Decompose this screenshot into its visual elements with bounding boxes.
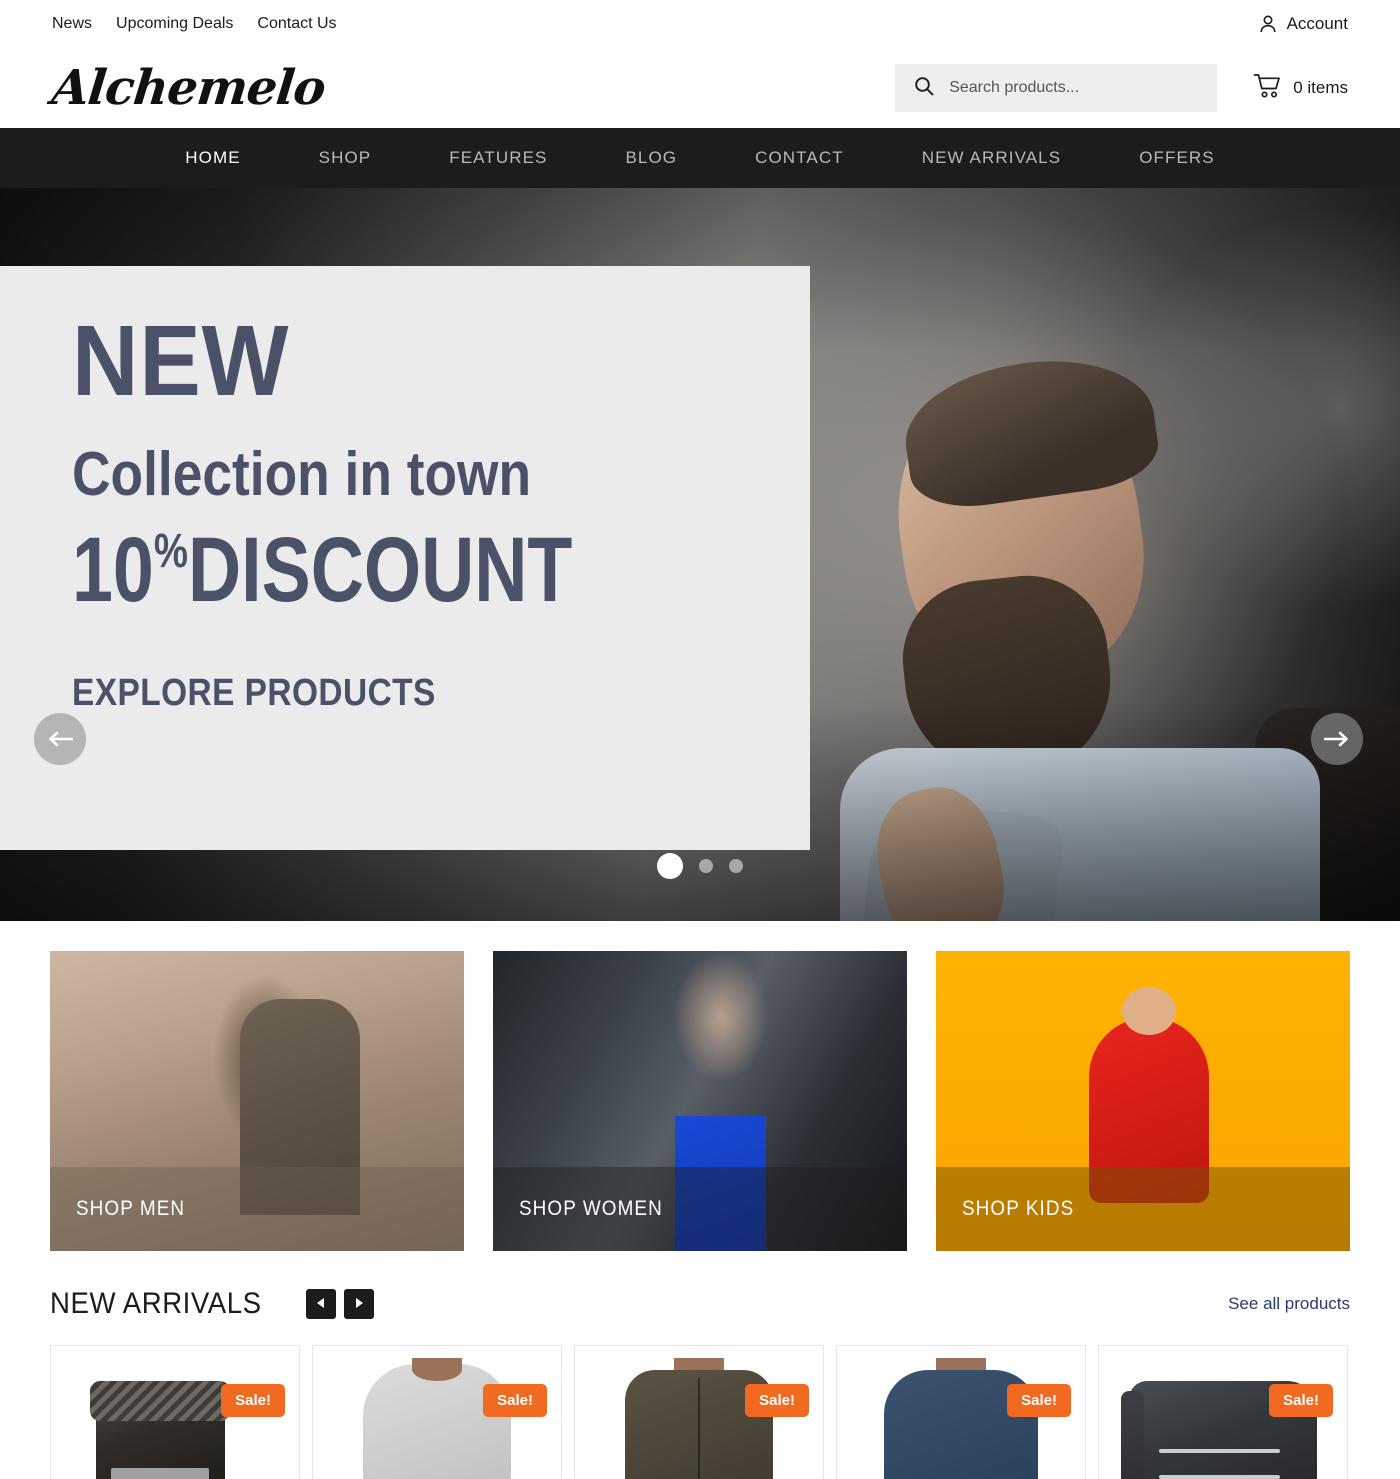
category-card-women[interactable]: SHOP WOMEN [493,951,907,1251]
sale-badge: Sale! [1007,1384,1071,1417]
hero-dot-1[interactable] [657,853,683,879]
new-arrivals-header: NEW ARRIVALS See all products [0,1251,1400,1321]
hero-next-button[interactable] [1311,713,1363,765]
nav-item-blog[interactable]: BLOG [586,148,716,168]
main-navigation: HOME SHOP FEATURES BLOG CONTACT NEW ARRI… [0,128,1400,188]
explore-products-button[interactable]: EXPLORE PRODUCTS [72,672,436,715]
product-image-navy-tshirt [837,1358,1085,1479]
shopping-cart-icon [1253,73,1283,104]
product-card-grey-long-sleeve[interactable]: Sale! [312,1345,562,1479]
category-label-kids: SHOP KIDS [962,1197,1075,1220]
hero-subheadline: Collection in town [72,440,532,509]
nav-item-contact[interactable]: CONTACT [716,148,883,168]
utility-link-news[interactable]: News [52,15,92,33]
product-image-olive-shirt [575,1358,823,1479]
search-input[interactable] [949,79,1200,97]
hero-discount-number: 10 [72,519,154,621]
triangle-left-icon [316,1297,326,1312]
hero-prev-button[interactable] [34,713,86,765]
product-card-navy-tshirt[interactable]: Sale! [836,1345,1086,1479]
cart-button[interactable]: 0 items [1253,73,1348,104]
product-card-shoulder-bag[interactable]: Sale! [1098,1345,1348,1479]
header-tools: 0 items [895,64,1348,112]
new-arrivals-title: NEW ARRIVALS [50,1287,262,1320]
hero-discount-word: DISCOUNT [188,519,573,621]
nav-item-new-arrivals[interactable]: NEW ARRIVALS [883,148,1100,168]
see-all-products-link[interactable]: See all products [1228,1294,1350,1314]
hero-text-panel: NEW Collection in town 10%DISCOUNT EXPLO… [0,266,810,850]
sale-badge: Sale! [221,1384,285,1417]
nav-item-shop[interactable]: SHOP [280,148,411,168]
product-card-boot[interactable]: Sale! [50,1345,300,1479]
utility-links: News Upcoming Deals Contact Us [52,15,337,33]
arrow-right-icon [1324,731,1350,747]
nav-item-home[interactable]: HOME [146,148,279,168]
product-list: Sale! Sale! Sale! Sale! Sale! [0,1321,1400,1479]
category-label-men: SHOP MEN [76,1197,186,1220]
hero-discount-symbol: % [153,525,189,578]
hero-dot-3[interactable] [729,859,743,873]
category-card-men[interactable]: SHOP MEN [50,951,464,1251]
site-header: Alchemelo 0 items [0,48,1400,128]
site-logo[interactable]: Alchemelo [49,60,328,116]
hero-pagination-dots [0,853,1400,879]
account-button[interactable]: Account [1257,13,1348,35]
triangle-right-icon [354,1297,364,1312]
category-card-kids[interactable]: SHOP KIDS [936,951,1350,1251]
search-box[interactable] [895,64,1218,112]
arrivals-next-button[interactable] [344,1289,375,1319]
category-cards: SHOP MEN SHOP WOMEN SHOP KIDS [0,921,1400,1251]
nav-item-features[interactable]: FEATURES [410,148,586,168]
hero-carousel: NEW Collection in town 10%DISCOUNT EXPLO… [0,188,1400,921]
account-label: Account [1286,14,1348,33]
cart-count-label: 0 items [1293,78,1348,97]
sale-badge: Sale! [1269,1384,1333,1417]
hero-dot-2[interactable] [699,859,713,873]
new-arrivals-nav [306,1289,375,1319]
nav-item-offers[interactable]: OFFERS [1100,148,1254,168]
product-card-olive-shirt[interactable]: Sale! [574,1345,824,1479]
hero-headline: NEW [72,305,290,417]
arrow-left-icon [47,731,73,747]
product-image-shoulder-bag [1099,1358,1347,1479]
sale-badge: Sale! [745,1384,809,1417]
category-label-band-men: SHOP MEN [50,1167,464,1251]
product-image-boot [51,1358,299,1479]
hero-discount-line: 10%DISCOUNT [72,524,614,616]
category-label-band-kids: SHOP KIDS [936,1167,1350,1251]
arrivals-prev-button[interactable] [306,1289,337,1319]
category-label-band-women: SHOP WOMEN [493,1167,907,1251]
utility-link-upcoming-deals[interactable]: Upcoming Deals [116,15,233,33]
utility-bar: News Upcoming Deals Contact Us Account [0,0,1400,48]
product-image-grey-long-sleeve [313,1358,561,1479]
search-icon [913,75,935,102]
utility-link-contact-us[interactable]: Contact Us [257,15,336,33]
sale-badge: Sale! [483,1384,547,1417]
user-icon [1257,13,1279,35]
category-label-women: SHOP WOMEN [519,1197,663,1220]
